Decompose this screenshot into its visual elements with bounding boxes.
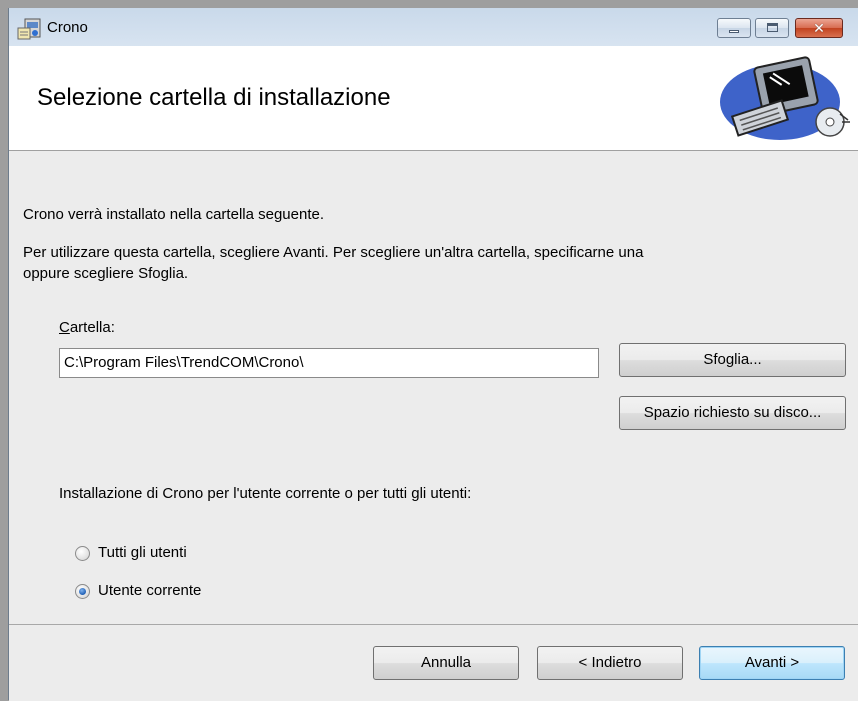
- back-button[interactable]: < Indietro: [537, 646, 683, 680]
- disk-space-button[interactable]: Spazio richiesto su disco...: [619, 396, 846, 430]
- title-bar[interactable]: Crono ✕: [9, 8, 858, 46]
- radio-all-users-label[interactable]: Tutti gli utenti: [98, 544, 187, 561]
- window-title: Crono: [47, 19, 88, 36]
- maximize-icon: [767, 23, 778, 32]
- wizard-body: Crono verrà installato nella cartella se…: [9, 151, 858, 624]
- next-button[interactable]: Avanti >: [699, 646, 845, 680]
- instructions-line-2: oppure scegliere Sfoglia.: [23, 265, 189, 282]
- browse-button[interactable]: Sfoglia...: [619, 343, 846, 377]
- cancel-button[interactable]: Annulla: [373, 646, 519, 680]
- folder-label-text: artella:: [69, 319, 115, 336]
- instructions-line-1: Per utilizzare questa cartella, sceglier…: [23, 244, 644, 261]
- page-title: Selezione cartella di installazione: [37, 84, 391, 111]
- computer-install-illustration: [720, 56, 850, 140]
- radio-current-user[interactable]: [75, 584, 90, 599]
- install-folder-input[interactable]: C:\Program Files\TrendCOM\Crono\: [59, 348, 599, 378]
- minimize-button[interactable]: [717, 18, 751, 38]
- maximize-button[interactable]: [755, 18, 789, 38]
- close-button[interactable]: ✕: [795, 18, 843, 38]
- radio-all-users[interactable]: [75, 546, 90, 561]
- folder-label: Cartella:: [59, 319, 115, 336]
- radio-current-user-label[interactable]: Utente corrente: [98, 582, 201, 599]
- minimize-icon: [729, 30, 739, 33]
- folder-label-accelerator: C: [59, 319, 70, 336]
- wizard-header: Selezione cartella di installazione: [9, 46, 858, 151]
- installer-window: Crono ✕ Selezione cartella di installazi…: [8, 8, 858, 701]
- install-scope-question: Installazione di Crono per l'utente corr…: [59, 485, 472, 502]
- installer-app-icon: [17, 18, 41, 40]
- close-icon: ✕: [813, 20, 825, 36]
- intro-text: Crono verrà installato nella cartella se…: [23, 206, 325, 223]
